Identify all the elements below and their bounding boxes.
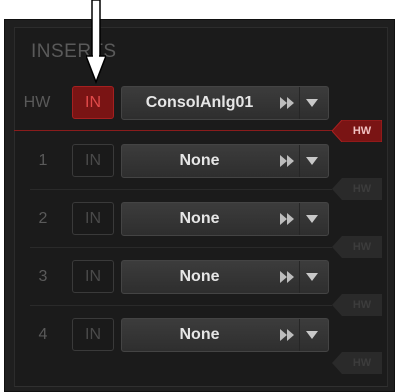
insert-selector[interactable]: None (121, 318, 329, 352)
divider (299, 145, 300, 177)
hw-badge-label: HW (352, 125, 372, 137)
divider (299, 261, 300, 293)
row-label: HW (23, 94, 51, 111)
input-toggle-button[interactable]: IN (72, 86, 114, 119)
divider (299, 203, 300, 235)
fast-forward-icon[interactable] (280, 97, 294, 109)
row-label: 3 (38, 268, 48, 285)
row-separator (30, 305, 332, 306)
row-label: 4 (38, 326, 48, 343)
insert-name: None (179, 210, 220, 227)
fast-forward-icon[interactable] (280, 329, 294, 341)
row-separator (30, 247, 332, 248)
chevron-down-icon[interactable] (306, 215, 318, 223)
pointer-arrow-icon (86, 0, 106, 84)
input-toggle-button[interactable]: IN (72, 202, 114, 235)
insert-selector[interactable]: None (121, 202, 329, 236)
insert-selector[interactable]: None (121, 260, 329, 294)
hw-badge-label: HW (352, 183, 372, 195)
insert-selector[interactable]: None (121, 144, 329, 178)
insert-name: None (179, 326, 220, 343)
input-toggle-button[interactable]: IN (72, 260, 114, 293)
fast-forward-icon[interactable] (280, 271, 294, 283)
divider (299, 87, 300, 119)
input-toggle-button[interactable]: IN (72, 318, 114, 351)
hw-badge[interactable]: HW (332, 352, 382, 374)
hw-badge[interactable]: HW (332, 178, 382, 200)
insert-name: None (179, 152, 220, 169)
row-label: 2 (38, 210, 48, 227)
active-insert-line (14, 130, 336, 131)
chevron-down-icon[interactable] (306, 273, 318, 281)
hw-badge[interactable]: HW (332, 236, 382, 258)
insert-name: None (179, 268, 220, 285)
fast-forward-icon[interactable] (280, 213, 294, 225)
input-toggle-button[interactable]: IN (72, 144, 114, 177)
hw-badge-label: HW (352, 241, 372, 253)
row-separator (30, 189, 332, 190)
fast-forward-icon[interactable] (280, 155, 294, 167)
chevron-down-icon[interactable] (306, 157, 318, 165)
insert-name: ConsolAnlg01 (145, 94, 254, 111)
chevron-down-icon[interactable] (306, 331, 318, 339)
hw-badge-label: HW (352, 299, 372, 311)
insert-selector[interactable]: ConsolAnlg01 (121, 86, 329, 120)
hw-badge[interactable]: HW (332, 120, 382, 142)
divider (299, 319, 300, 351)
row-label: 1 (38, 152, 48, 169)
hw-badge[interactable]: HW (332, 294, 382, 316)
chevron-down-icon[interactable] (306, 99, 318, 107)
hw-badge-label: HW (352, 357, 372, 369)
